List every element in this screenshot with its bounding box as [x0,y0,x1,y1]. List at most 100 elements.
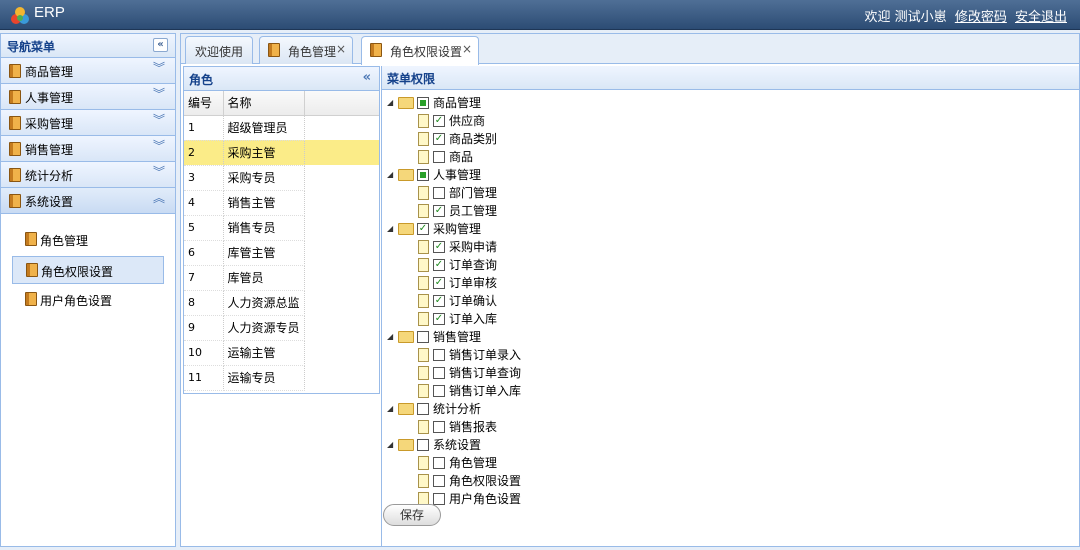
tree-node-parent[interactable]: ◢ 商品管理 [385,94,1079,112]
tab-role-permission-settings[interactable]: 角色权限设置 × [361,36,479,65]
tree-checkbox[interactable]: ✓ [433,115,445,127]
nav-group[interactable]: 系统设置 ︽ [1,188,175,214]
nav-item[interactable]: 角色权限设置 [12,256,164,284]
tree-node-child[interactable]: 销售订单查询 [385,364,1079,382]
change-password-link[interactable]: 修改密码 [955,10,1007,25]
tree-node-child[interactable]: 销售报表 [385,418,1079,436]
expand-arrow-icon[interactable]: ◢ [387,220,393,238]
tree-checkbox[interactable] [417,439,429,451]
expand-arrow-icon[interactable]: ◢ [387,94,393,112]
table-row[interactable]: 7 库管员 [184,265,379,291]
column-header-id[interactable]: 编号 [184,91,224,116]
role-name-cell: 人力资源专员 [223,315,305,341]
tree-checkbox[interactable]: ✓ [433,295,445,307]
tree-checkbox[interactable] [417,403,429,415]
chevron-down-icon: ︾ [152,87,165,101]
file-icon [418,348,429,362]
nav-group[interactable]: 销售管理 ︾ [1,136,175,162]
table-row[interactable]: 2 采购主管 [184,140,379,166]
tree-checkbox[interactable]: ✓ [433,205,445,217]
tree-node-parent[interactable]: ◢ 系统设置 [385,436,1079,454]
book-icon [9,142,21,156]
tree-checkbox[interactable] [433,349,445,361]
expand-arrow-icon[interactable]: ◢ [387,436,393,454]
chevron-down-icon: ︾ [152,165,165,179]
tree-checkbox[interactable] [433,187,445,199]
tree-checkbox[interactable] [433,421,445,433]
close-icon[interactable]: × [462,42,472,56]
table-row[interactable]: 6 库管主管 [184,240,379,266]
tab-welcome[interactable]: 欢迎使用 [185,36,253,64]
tree-node-child[interactable]: 角色权限设置 [385,472,1079,490]
tree-node-child[interactable]: 部门管理 [385,184,1079,202]
nav-group[interactable]: 统计分析 ︾ [1,162,175,188]
column-header-name[interactable]: 名称 [223,91,305,116]
tree-node-child[interactable]: 角色管理 [385,454,1079,472]
tree-node-child[interactable]: ✓ 员工管理 [385,202,1079,220]
tree-checkbox[interactable] [433,151,445,163]
tree-checkbox[interactable] [433,385,445,397]
nav-group[interactable]: 采购管理 ︾ [1,110,175,136]
tree-checkbox[interactable]: ✓ [433,313,445,325]
tree-checkbox[interactable]: ✓ [433,259,445,271]
tree-checkbox[interactable]: ✓ [433,133,445,145]
tree-node-label: 销售管理 [433,330,482,344]
tree-node-child[interactable]: ✓ 订单确认 [385,292,1079,310]
tree-checkbox[interactable] [433,367,445,379]
tree-node-child[interactable]: ✓ 供应商 [385,112,1079,130]
role-id-cell: 7 [184,265,224,291]
nav-group[interactable]: 商品管理 ︾ [1,58,175,84]
logout-link[interactable]: 安全退出 [1015,10,1067,25]
navigation-title: 导航菜单 [7,40,56,54]
expand-arrow-icon[interactable]: ◢ [387,166,393,184]
tree-node-child[interactable]: ✓ 订单入库 [385,310,1079,328]
close-icon[interactable]: × [336,42,346,56]
tree-node-child[interactable]: ✓ 订单查询 [385,256,1079,274]
tree-node-parent[interactable]: ◢ 人事管理 [385,166,1079,184]
nav-group[interactable]: 人事管理 ︾ [1,84,175,110]
collapse-nav-button[interactable]: « [153,38,168,52]
tree-node-child[interactable]: ✓ 商品类别 [385,130,1079,148]
table-row[interactable]: 5 销售专员 [184,215,379,241]
tree-node-child[interactable]: 销售订单录入 [385,346,1079,364]
tree-node-parent[interactable]: ◢ 销售管理 [385,328,1079,346]
tree-checkbox[interactable] [433,493,445,505]
tree-checkbox[interactable] [417,169,429,181]
tree-checkbox[interactable] [433,457,445,469]
table-row[interactable]: 10 运输主管 [184,340,379,366]
tree-node-parent[interactable]: ◢ 统计分析 [385,400,1079,418]
tree-checkbox[interactable] [417,97,429,109]
file-icon [418,258,429,272]
table-row[interactable]: 3 采购专员 [184,165,379,191]
tree-node-label: 部门管理 [449,186,498,200]
tree-checkbox[interactable]: ✓ [433,241,445,253]
tree-node-parent[interactable]: ◢ ✓ 采购管理 [385,220,1079,238]
tree-node-child[interactable]: ✓ 采购申请 [385,238,1079,256]
tree-checkbox[interactable]: ✓ [433,277,445,289]
expand-arrow-icon[interactable]: ◢ [387,328,393,346]
role-id-cell: 2 [184,140,224,166]
table-row[interactable]: 1 超级管理员 [184,115,379,141]
tree-checkbox[interactable]: ✓ [417,223,429,235]
tree-node-child[interactable]: 用户角色设置 [385,490,1079,508]
tab-role-management[interactable]: 角色管理 × [259,36,353,64]
tree-node-child[interactable]: 销售订单入库 [385,382,1079,400]
tree-checkbox[interactable] [433,475,445,487]
table-row[interactable]: 4 销售主管 [184,190,379,216]
tree-node-child[interactable]: ✓ 订单审核 [385,274,1079,292]
role-name-cell: 销售主管 [223,190,305,216]
expand-arrow-icon[interactable]: ◢ [387,400,393,418]
save-button[interactable]: 保存 [383,504,441,526]
tree-node-child[interactable]: 商品 [385,148,1079,166]
table-row[interactable]: 11 运输专员 [184,365,379,391]
table-row[interactable]: 8 人力资源总监 [184,290,379,316]
chevron-down-icon: ︾ [152,113,165,127]
nav-item[interactable]: 角色管理 [12,226,164,254]
table-row[interactable]: 9 人力资源专员 [184,315,379,341]
file-icon [418,150,429,164]
tree-checkbox[interactable] [417,331,429,343]
nav-item[interactable]: 用户角色设置 [12,286,164,314]
collapse-panel-icon[interactable]: « [363,70,371,85]
blank-cell [304,290,379,315]
role-id-cell: 10 [184,340,224,366]
